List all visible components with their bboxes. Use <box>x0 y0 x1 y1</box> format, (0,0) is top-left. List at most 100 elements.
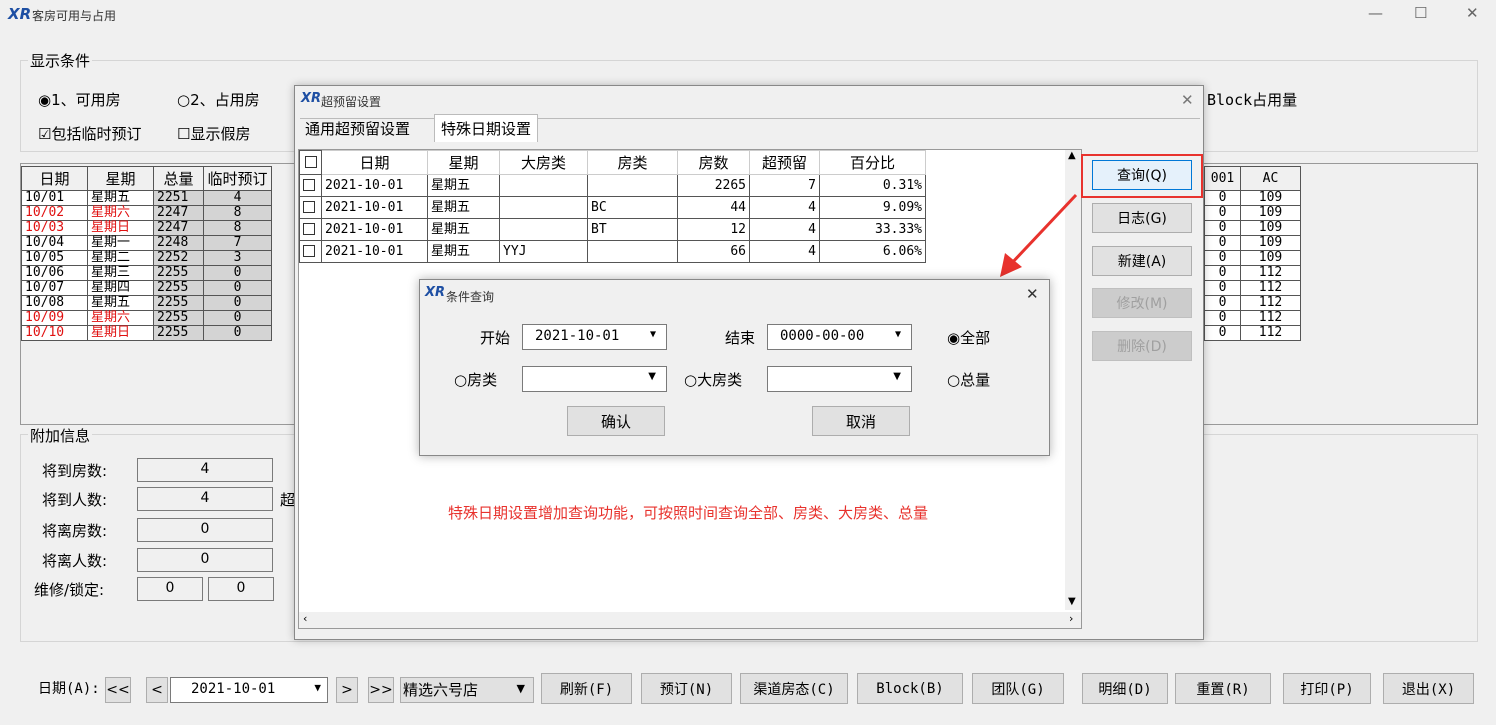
table-row[interactable]: 0 109 <box>1204 235 1301 251</box>
value-cell: 0 <box>1204 205 1241 221</box>
row-checkbox[interactable] <box>299 218 322 241</box>
weekday-cell: 星期五 <box>427 196 500 219</box>
channel-status-button[interactable]: 渠道房态(C) <box>740 673 848 704</box>
table-row[interactable]: 0 112 <box>1204 325 1301 341</box>
next-day-button[interactable]: > <box>336 677 358 703</box>
table-row[interactable]: 0 109 <box>1204 205 1301 221</box>
temp-booking-cell: 8 <box>203 220 272 236</box>
table-row[interactable]: 10/04 星期一 2248 7 <box>21 235 272 251</box>
condition-query-dialog: XR 条件查询 ✕ 开始 2021-10-01 ▼ 结束 0000-00-00 ▼ … <box>419 279 1050 456</box>
value-cell: 0 <box>1204 235 1241 251</box>
table-row[interactable]: 0 109 <box>1204 190 1301 206</box>
maximize-icon[interactable]: ☐ <box>1414 4 1427 22</box>
new-button[interactable]: 新建(A) <box>1092 246 1192 276</box>
radio-room-type[interactable]: ○房类 <box>454 369 497 390</box>
reset-button[interactable]: 重置(R) <box>1175 673 1271 704</box>
row-checkbox[interactable] <box>299 240 322 263</box>
tab-general[interactable]: 通用超预留设置 <box>301 116 414 141</box>
next-week-button[interactable]: >> <box>368 677 394 703</box>
radio-total[interactable]: ○总量 <box>947 369 990 390</box>
table-row[interactable]: 10/06 星期三 2255 0 <box>21 265 272 281</box>
start-date-value: 2021-10-01 <box>535 328 620 344</box>
hotel-select[interactable]: 精选六号店 ▼ <box>400 677 534 703</box>
group-button[interactable]: 团队(G) <box>972 673 1064 704</box>
minimize-icon[interactable]: — <box>1368 4 1383 22</box>
detail-button[interactable]: 明细(D) <box>1082 673 1168 704</box>
table-row[interactable]: 0 112 <box>1204 280 1301 296</box>
date-cell: 2021-10-01 <box>321 174 428 197</box>
tab-special-date[interactable]: 特殊日期设置 <box>434 114 539 142</box>
locked-field: 0 <box>208 577 274 601</box>
table-row[interactable]: 0 112 <box>1204 295 1301 311</box>
rooms-cell: 12 <box>677 218 750 241</box>
table-row[interactable]: 10/01 星期五 2251 4 <box>21 190 272 206</box>
row-checkbox[interactable] <box>299 174 322 197</box>
table-row[interactable]: 10/10 星期日 2255 0 <box>21 325 272 341</box>
table-row[interactable]: 10/08 星期五 2255 0 <box>21 295 272 311</box>
table-row[interactable]: 10/07 星期四 2255 0 <box>21 280 272 296</box>
booking-button[interactable]: 预订(N) <box>641 673 732 704</box>
query-button[interactable]: 查询(Q) <box>1092 160 1192 190</box>
select-all-checkbox[interactable] <box>299 150 322 175</box>
exit-button[interactable]: 退出(X) <box>1383 673 1474 704</box>
total-cell: 2247 <box>153 220 204 236</box>
delete-button[interactable]: 删除(D) <box>1092 331 1192 361</box>
date-cell: 10/04 <box>21 235 88 251</box>
radio-occupied[interactable]: ○2、占用房 <box>177 89 260 110</box>
display-conditions-legend: 显示条件 <box>28 50 93 71</box>
refresh-button[interactable]: 刷新(F) <box>541 673 632 704</box>
table-row[interactable]: 0 109 <box>1204 250 1301 266</box>
arriving-rooms-label: 将到房数: <box>42 462 108 480</box>
date-label: 日期(A): <box>38 681 100 697</box>
table-row[interactable]: 10/03 星期日 2247 8 <box>21 220 272 236</box>
table-row[interactable]: 2021-10-01 星期五 BT 12 4 33.33% <box>299 218 926 241</box>
table-row[interactable]: 0 112 <box>1204 265 1301 281</box>
big-type-cell <box>499 196 588 219</box>
date-picker-value: 2021-10-01 <box>191 681 276 697</box>
table-row[interactable]: 10/09 星期六 2255 0 <box>21 310 272 326</box>
prev-day-button[interactable]: < <box>146 677 168 703</box>
radio-big-type[interactable]: ○大房类 <box>684 369 742 390</box>
arriving-people-label: 将到人数: <box>42 491 108 509</box>
confirm-button[interactable]: 确认 <box>567 406 665 436</box>
close-icon[interactable]: ✕ <box>1026 285 1039 303</box>
table-row[interactable]: 0 109 <box>1204 220 1301 236</box>
end-date-picker[interactable]: 0000-00-00 ▼ <box>767 324 912 350</box>
block-button[interactable]: Block(B) <box>857 673 963 704</box>
weekday-cell: 星期日 <box>87 325 154 341</box>
date-cell: 10/10 <box>21 325 88 341</box>
weekday-cell: 星期六 <box>87 310 154 326</box>
prev-week-button[interactable]: << <box>105 677 131 703</box>
date-cell: 10/06 <box>21 265 88 281</box>
table-row[interactable]: 0 112 <box>1204 310 1301 326</box>
date-picker[interactable]: 2021-10-01 ▼ <box>170 677 328 703</box>
table-row[interactable]: 2021-10-01 星期五 YYJ 66 4 6.06% <box>299 240 926 263</box>
chk-temp-booking[interactable]: ☑包括临时预订 <box>38 123 141 144</box>
table-row[interactable]: 10/02 星期六 2247 8 <box>21 205 272 221</box>
percent-cell: 9.09% <box>819 196 926 219</box>
big-type-select[interactable]: ▼ <box>767 366 912 392</box>
log-button[interactable]: 日志(G) <box>1092 203 1192 233</box>
radio-occupied-label: 2、占用房 <box>190 91 260 109</box>
weekday-cell: 星期二 <box>87 250 154 266</box>
table-row[interactable]: 2021-10-01 星期五 BC 44 4 9.09% <box>299 196 926 219</box>
horizontal-scrollbar[interactable]: ‹ › <box>299 612 1081 628</box>
close-icon[interactable]: ✕ <box>1181 91 1194 109</box>
radio-available[interactable]: ◉1、可用房 <box>38 89 121 110</box>
table-row[interactable]: 10/05 星期二 2252 3 <box>21 250 272 266</box>
date-cell: 10/03 <box>21 220 88 236</box>
row-checkbox[interactable] <box>299 196 322 219</box>
column-header: 001 <box>1204 166 1241 191</box>
room-type-select[interactable]: ▼ <box>522 366 667 392</box>
radio-all[interactable]: ◉全部 <box>947 327 990 348</box>
start-date-picker[interactable]: 2021-10-01 ▼ <box>522 324 667 350</box>
table-row[interactable]: 2021-10-01 星期五 2265 7 0.31% <box>299 174 926 197</box>
percent-cell: 0.31% <box>819 174 926 197</box>
print-button[interactable]: 打印(P) <box>1283 673 1371 704</box>
over-reserve-cell: 4 <box>749 196 820 219</box>
close-icon[interactable]: ✕ <box>1466 4 1479 22</box>
big-type-cell <box>499 174 588 197</box>
cancel-button[interactable]: 取消 <box>812 406 910 436</box>
edit-button[interactable]: 修改(M) <box>1092 288 1192 318</box>
chk-fake-rooms[interactable]: ☐显示假房 <box>177 123 250 144</box>
